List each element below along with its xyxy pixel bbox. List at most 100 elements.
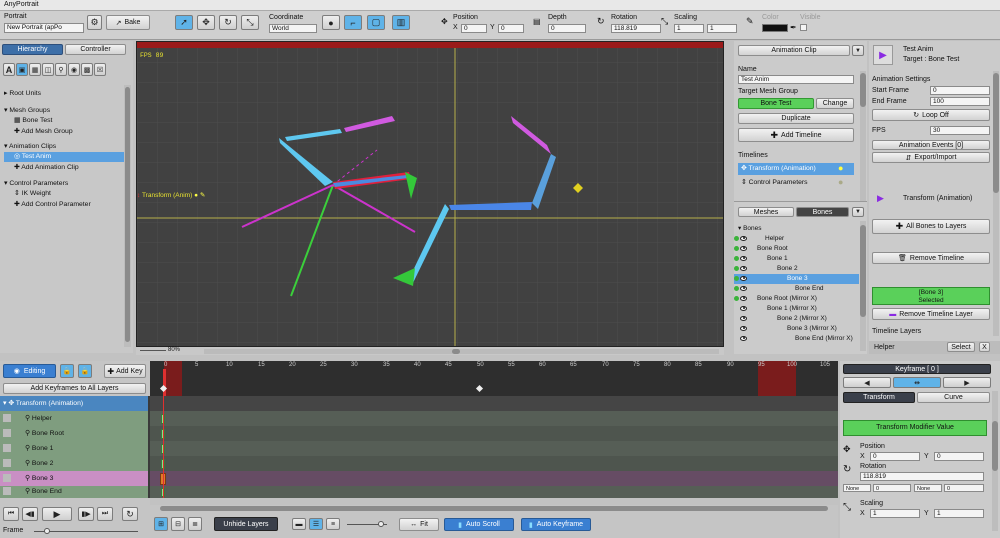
layer-track-helper[interactable] [150, 411, 838, 426]
remove-timeline-button[interactable]: 🗑 Remove Timeline [872, 252, 990, 264]
layer-helper[interactable]: ⚲ Helper [0, 411, 148, 426]
anim-filter-icon[interactable]: ◉ [68, 63, 80, 76]
select-tool-button[interactable]: ➚ [175, 15, 193, 30]
last-frame-button[interactable]: ⏭ [97, 507, 113, 521]
tab-bones[interactable]: Bones [796, 207, 849, 217]
row-size-small-button[interactable]: ▬ [292, 518, 306, 530]
inspector-scrollbar[interactable] [993, 71, 999, 336]
eye-icon[interactable] [740, 315, 747, 321]
bones-collapse-button[interactable]: ▼ [852, 207, 864, 217]
next-keyframe-button[interactable]: ▶ [943, 377, 991, 388]
animation-events-button[interactable]: Animation Events [0] [872, 140, 990, 150]
tab-meshes[interactable]: Meshes [738, 207, 794, 217]
layer-bone1[interactable]: ⚲ Bone 1 [0, 441, 148, 456]
eye-icon[interactable] [740, 325, 747, 331]
first-frame-button[interactable]: ⏮ [3, 507, 19, 521]
tab-hierarchy[interactable]: Hierarchy [2, 44, 63, 55]
eye-icon[interactable] [740, 255, 747, 261]
keyframe-title[interactable]: Keyframe [ 0 ] [843, 364, 991, 374]
tree-header-mesh-groups[interactable]: ▾ Mesh Groups [4, 106, 50, 116]
layer-track-bone-end[interactable] [150, 486, 838, 498]
viewport[interactable]: FPS 89 ↕ Transform (Anim) ● ✎ [136, 41, 724, 347]
tab-curve[interactable]: Curve [917, 392, 990, 403]
next-frame-button[interactable]: ▮▶ [78, 507, 94, 521]
prev-frame-button[interactable]: ◀▮ [22, 507, 38, 521]
param-filter-icon[interactable]: ▩ [81, 63, 93, 76]
bone-row-bone1-mirror[interactable]: Bone 1 (Mirror X) [734, 304, 859, 314]
loop-button[interactable]: ↻ Loop Off [872, 109, 990, 121]
layer-track-bone3[interactable] [150, 471, 838, 486]
eye-icon[interactable] [740, 265, 747, 271]
tree-header-animation-clips[interactable]: ▾ Animation Clips [4, 142, 56, 152]
eye-icon[interactable] [740, 285, 747, 291]
bone-row-bone2[interactable]: Bone 2 [734, 264, 859, 274]
target-mesh-group-value[interactable]: Bone Test [738, 98, 814, 109]
layer-track-header[interactable] [150, 396, 838, 411]
start-frame-field[interactable]: 0 [930, 86, 990, 95]
layer-track-bone-root[interactable] [150, 426, 838, 441]
timeline-item-transform[interactable]: ✥ Transform (Animation) [738, 163, 854, 175]
layer-header-transform[interactable]: ▾ ✥ Transform (Animation) [0, 396, 148, 411]
change-button[interactable]: Change [816, 98, 854, 109]
portrait-select[interactable]: New Portrait (apPo [4, 23, 84, 33]
fps-field[interactable]: 30 [930, 126, 990, 135]
eye-icon[interactable] [740, 235, 747, 241]
scene-canvas[interactable] [137, 42, 724, 347]
pos-x-field[interactable]: 0 [461, 24, 487, 33]
layer-filter-button-2[interactable]: ⊟ [171, 517, 185, 531]
bone-row-bone1[interactable]: Bone 1 [734, 254, 859, 264]
timeline-hscroll[interactable] [150, 505, 838, 513]
zoom-slider[interactable] [140, 350, 166, 351]
lock-alt-button[interactable]: 🔒 [78, 364, 92, 378]
layer-track-bone1[interactable] [150, 441, 838, 456]
hierarchy-scrollbar[interactable] [124, 85, 131, 347]
text-filter-icon[interactable]: A [3, 63, 15, 76]
move-tool-button[interactable]: ✥ [197, 15, 215, 30]
rotation-field[interactable]: 118.819 [611, 24, 661, 33]
viewport-hscroll-thumb[interactable] [452, 349, 460, 354]
depth-field[interactable]: 0 [548, 24, 586, 33]
duplicate-button[interactable]: Duplicate [738, 113, 854, 124]
scale-x-field[interactable]: 1 [674, 24, 704, 33]
group-filter-icon[interactable]: ◫ [42, 63, 54, 76]
select-button[interactable]: Select [947, 342, 975, 352]
row-size-large-button[interactable]: ≡ [326, 518, 340, 530]
eye-icon[interactable] [740, 275, 747, 281]
layer-filter-button-1[interactable]: ⊞ [154, 517, 168, 531]
loop-toggle-button[interactable]: ↻ [122, 507, 138, 521]
animation-clip-title[interactable]: Animation Clip [738, 45, 850, 56]
tree-item-test-anim[interactable]: ◎ Test Anim [4, 152, 124, 162]
close-button[interactable]: X [979, 342, 990, 352]
bone-row-helper[interactable]: Helper [734, 234, 859, 244]
end-frame-field[interactable]: 100 [930, 97, 990, 106]
rotate-tool-button[interactable]: ↻ [219, 15, 237, 30]
eye-icon[interactable] [740, 295, 747, 301]
kf-x-field[interactable]: 0 [870, 452, 920, 461]
add-keyframes-all-button[interactable]: Add Keyframes to All Layers [3, 383, 146, 394]
bones-scrollbar[interactable] [860, 221, 866, 351]
coordinate-select[interactable]: World [269, 24, 317, 33]
kf-num-field-2[interactable]: 0 [944, 484, 984, 492]
summary-keyframe[interactable] [475, 384, 484, 393]
kf-num-field-1[interactable]: 0 [873, 484, 911, 492]
tree-header-root-units[interactable]: ▸ Root Units [4, 89, 41, 99]
eye-icon[interactable] [740, 335, 747, 341]
kf-none-select-2[interactable]: None [914, 484, 942, 492]
bone-row-end[interactable]: Bone End [734, 284, 859, 294]
remove-timeline-layer-button[interactable]: ▬ Remove Timeline Layer [872, 308, 990, 320]
layer-bone3[interactable]: ⚲ Bone 3 [0, 471, 148, 486]
color-swatch[interactable] [762, 24, 788, 32]
bone-row-end-mirror[interactable]: Bone End (Mirror X) [734, 334, 859, 344]
bones-scroll-thumb[interactable] [860, 225, 866, 317]
pos-y-field[interactable]: 0 [498, 24, 524, 33]
layer-bone2[interactable]: ⚲ Bone 2 [0, 456, 148, 471]
keyframe-scroll-thumb[interactable] [992, 421, 998, 471]
tab-controller[interactable]: Controller [65, 44, 126, 55]
tree-item-ik-weight[interactable]: ⇕ IK Weight [14, 189, 51, 199]
bulb-icon[interactable]: ● [838, 163, 843, 173]
bone-row-bone2-mirror[interactable]: Bone 2 (Mirror X) [734, 314, 859, 324]
tree-item-bone-test[interactable]: ▦ Bone Test [14, 116, 52, 126]
play-button[interactable]: ▶ [42, 507, 72, 521]
kf-y-field[interactable]: 0 [934, 452, 984, 461]
timeline-zoom-thumb[interactable] [378, 521, 384, 527]
